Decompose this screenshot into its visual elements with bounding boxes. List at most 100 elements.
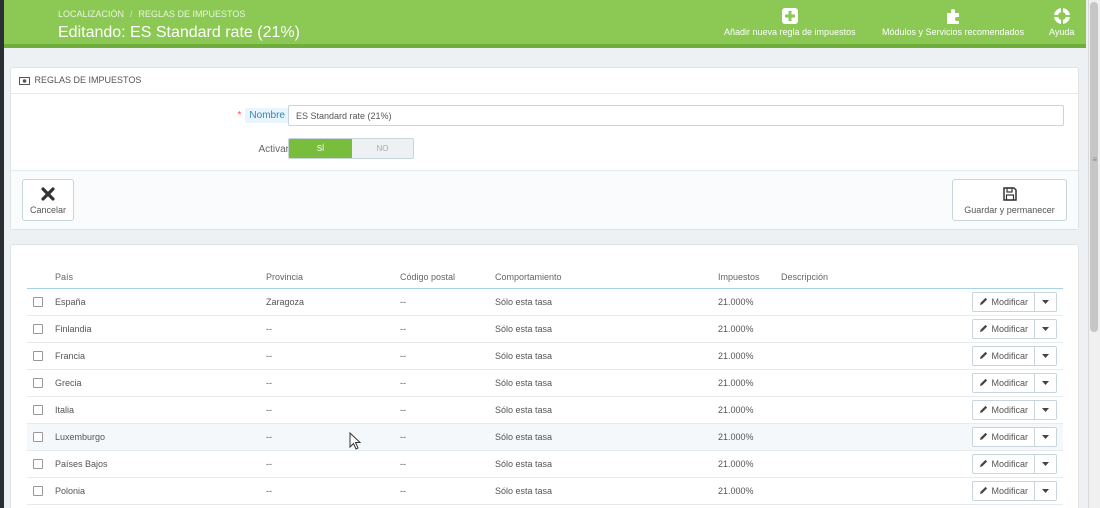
breadcrumb: LOCALIZACIÓN / REGLAS DE IMPUESTOS (58, 9, 245, 19)
modify-button[interactable]: Modificar (972, 399, 1035, 420)
modify-dropdown-toggle[interactable] (1035, 399, 1057, 420)
cell-description (775, 450, 925, 478)
column-header-province[interactable]: Provincia (260, 266, 394, 289)
toggle-yes[interactable]: SÍ (289, 139, 352, 158)
row-checkbox[interactable] (33, 458, 43, 469)
cell-tax: 21.000% (712, 396, 775, 424)
add-tax-rule-button[interactable]: Añadir nueva regla de impuestos (724, 7, 856, 37)
modify-button[interactable]: Modificar (972, 480, 1035, 501)
help-button[interactable]: Ayuda (1049, 7, 1074, 37)
cell-country: Polonia (49, 477, 260, 505)
column-header-behavior[interactable]: Comportamiento (489, 266, 712, 289)
column-header-country[interactable]: País (49, 266, 260, 289)
recommended-modules-label: Módulos y Servicios recomendados (882, 27, 1025, 37)
cell-behavior: Sólo esta tasa (489, 477, 712, 505)
modify-dropdown-toggle[interactable] (1035, 372, 1057, 393)
window-edge (0, 0, 4, 508)
modify-button[interactable]: Modificar (972, 318, 1035, 339)
tax-rules-list-panel: País Provincia Código postal Comportamie… (10, 244, 1079, 508)
modify-label: Modificar (991, 296, 1028, 307)
cell-actions: Modificar (925, 450, 1063, 478)
row-checkbox[interactable] (33, 296, 43, 307)
pencil-icon (980, 405, 988, 413)
modify-dropdown-toggle[interactable] (1035, 291, 1057, 312)
row-select-cell (27, 396, 49, 424)
cell-country: Italia (49, 396, 260, 424)
modify-button[interactable]: Modificar (972, 345, 1035, 366)
row-checkbox[interactable] (33, 431, 43, 442)
cell-province: -- (260, 450, 394, 478)
modify-button[interactable]: Modificar (972, 291, 1035, 312)
pencil-icon (980, 432, 988, 440)
save-and-stay-button[interactable]: Guardar y permanecer (952, 179, 1067, 221)
row-actions: Modificar (972, 372, 1057, 393)
breadcrumb-item-tax-rules[interactable]: REGLAS DE IMPUESTOS (139, 9, 246, 19)
cell-description (775, 369, 925, 397)
name-input[interactable] (288, 105, 1064, 126)
column-header-tax[interactable]: Impuestos (712, 266, 775, 289)
tax-rules-form-panel: REGLAS DE IMPUESTOS *Nombre Activar SÍ N… (10, 67, 1079, 230)
cell-province: -- (260, 342, 394, 370)
row-checkbox[interactable] (33, 323, 43, 334)
row-select-cell (27, 450, 49, 478)
cell-behavior: Sólo esta tasa (489, 396, 712, 424)
table-row: Francia -- -- Sólo esta tasa 21.000% Modifica… (27, 342, 1063, 370)
cell-behavior: Sólo esta tasa (489, 342, 712, 370)
cell-behavior: Sólo esta tasa (489, 288, 712, 316)
caret-down-icon (1042, 353, 1049, 358)
cell-actions: Modificar (925, 288, 1063, 316)
tax-rules-table: País Provincia Código postal Comportamie… (27, 266, 1063, 505)
modify-dropdown-toggle[interactable] (1035, 453, 1057, 474)
row-actions: Modificar (972, 480, 1057, 501)
cancel-button[interactable]: Cancelar (22, 179, 74, 221)
column-header-zip[interactable]: Código postal (394, 266, 489, 289)
puzzle-icon (947, 9, 960, 24)
breadcrumb-item-localization[interactable]: LOCALIZACIÓN (58, 9, 124, 19)
table-row: Grecia -- -- Sólo esta tasa 21.000% Modificar (27, 369, 1063, 397)
row-actions: Modificar (972, 426, 1057, 447)
row-checkbox[interactable] (33, 377, 43, 388)
cell-zip: -- (394, 369, 489, 397)
table-row: Italia -- -- Sólo esta tasa 21.000% Modificar (27, 396, 1063, 424)
modify-button[interactable]: Modificar (972, 372, 1035, 393)
pencil-icon (980, 297, 988, 305)
modify-dropdown-toggle[interactable] (1035, 345, 1057, 366)
name-field-label: * Nombre (238, 108, 289, 123)
cell-description (775, 315, 925, 343)
plus-square-icon (781, 8, 798, 24)
cell-country: Francia (49, 342, 260, 370)
row-actions: Modificar (972, 399, 1057, 420)
toggle-no[interactable]: NO (352, 139, 413, 158)
cell-province: -- (260, 423, 394, 451)
vertical-scrollbar[interactable]: ≡ (1088, 0, 1100, 508)
caret-down-icon (1042, 380, 1049, 385)
row-checkbox[interactable] (33, 485, 43, 496)
cell-tax: 21.000% (712, 450, 775, 478)
modify-dropdown-toggle[interactable] (1035, 480, 1057, 501)
scrollbar-grip-icon: ≡ (1092, 155, 1097, 164)
modify-dropdown-toggle[interactable] (1035, 426, 1057, 447)
recommended-modules-button[interactable]: Módulos y Servicios recomendados (882, 7, 1024, 37)
cell-country: España (49, 288, 260, 316)
close-icon (41, 187, 55, 201)
table-row: Polonia -- -- Sólo esta tasa 21.000% Modifica… (27, 477, 1063, 505)
cell-tax: 21.000% (712, 423, 775, 451)
column-header-description[interactable]: Descripción (775, 266, 925, 289)
cell-description (775, 423, 925, 451)
pencil-icon (980, 351, 988, 359)
row-checkbox[interactable] (33, 404, 43, 415)
scrollbar-thumb[interactable] (1090, 2, 1098, 332)
row-checkbox[interactable] (33, 350, 43, 361)
cell-province: -- (260, 477, 394, 505)
page-header: LOCALIZACIÓN / REGLAS DE IMPUESTOS Editand… (4, 0, 1086, 48)
table-header-row: País Provincia Código postal Comportamie… (27, 266, 1063, 289)
cell-province: -- (260, 369, 394, 397)
row-select-cell (27, 477, 49, 505)
select-column-header (27, 266, 49, 289)
active-toggle[interactable]: SÍ NO (288, 138, 414, 159)
caret-down-icon (1042, 407, 1049, 412)
modify-button[interactable]: Modificar (972, 453, 1035, 474)
modify-dropdown-toggle[interactable] (1035, 318, 1057, 339)
mouse-cursor-icon (349, 432, 361, 450)
modify-button[interactable]: Modificar (972, 426, 1035, 447)
